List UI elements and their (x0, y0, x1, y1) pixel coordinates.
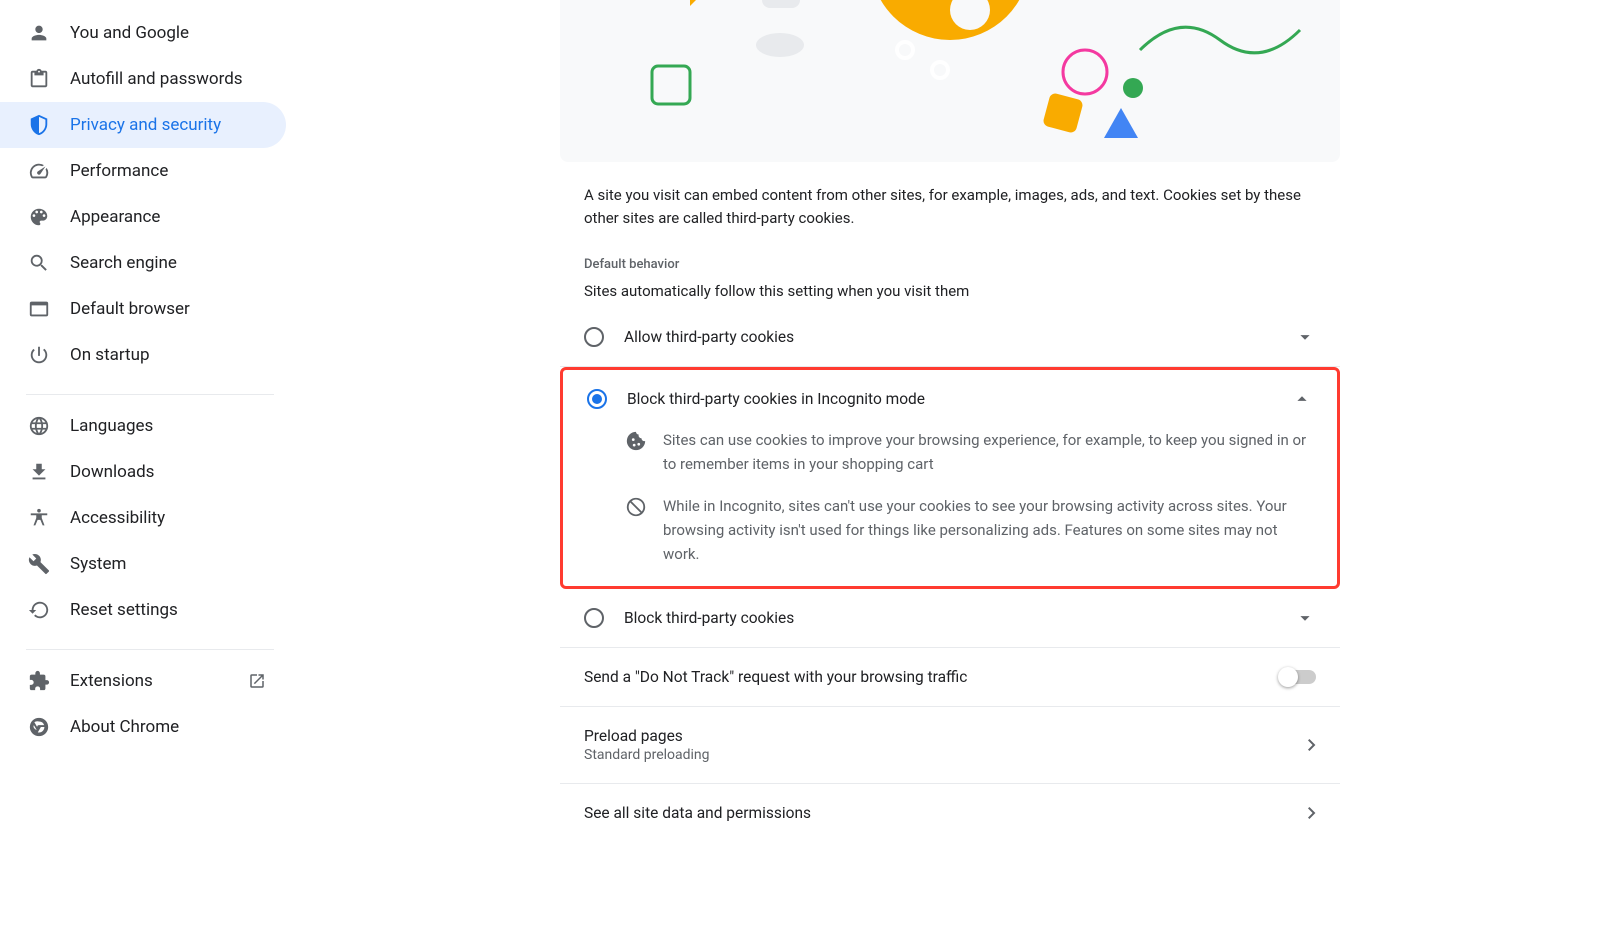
arrow-right-icon (1308, 807, 1316, 819)
sidebar-item-about[interactable]: About Chrome (0, 704, 286, 750)
sidebar-item-autofill[interactable]: Autofill and passwords (0, 56, 286, 102)
sidebar-item-system[interactable]: System (0, 541, 286, 587)
hero-illustration (560, 0, 1340, 162)
setting-sub: Standard preloading (584, 747, 1308, 763)
sidebar-item-label: Accessibility (70, 508, 165, 528)
person-icon (28, 22, 50, 44)
sidebar-item-label: Languages (70, 416, 153, 436)
sidebar-item-default-browser[interactable]: Default browser (0, 286, 286, 332)
chevron-down-icon[interactable] (1294, 326, 1316, 348)
sidebar-item-label: Autofill and passwords (70, 69, 243, 89)
default-behavior-label: Default behavior (560, 237, 1340, 276)
sidebar-item-label: Search engine (70, 253, 177, 273)
chevron-down-icon[interactable] (1294, 607, 1316, 629)
option-label: Block third-party cookies (624, 609, 1294, 627)
sidebar-item-appearance[interactable]: Appearance (0, 194, 286, 240)
search-icon (28, 252, 50, 274)
sidebar-item-downloads[interactable]: Downloads (0, 449, 286, 495)
sidebar-item-label: Privacy and security (70, 115, 221, 135)
option-incognito-head[interactable]: Block third-party cookies in Incognito m… (563, 370, 1337, 428)
sidebar-item-you-google[interactable]: You and Google (0, 10, 286, 56)
divider (26, 649, 274, 650)
option-label: Block third-party cookies in Incognito m… (627, 390, 1291, 408)
sidebar-item-reset[interactable]: Reset settings (0, 587, 286, 633)
setting-site-data[interactable]: See all site data and permissions (560, 784, 1340, 842)
clipboard-icon (28, 68, 50, 90)
sidebar-item-privacy[interactable]: Privacy and security (0, 102, 286, 148)
option-incognito: Block third-party cookies in Incognito m… (560, 367, 1340, 589)
setting-dnt[interactable]: Send a "Do Not Track" request with your … (560, 648, 1340, 707)
detail-text: While in Incognito, sites can't use your… (663, 494, 1313, 566)
radio-icon[interactable] (584, 327, 604, 347)
option-allow-head[interactable]: Allow third-party cookies (560, 308, 1340, 366)
download-icon (28, 461, 50, 483)
shield-icon (28, 114, 50, 136)
sidebar-item-startup[interactable]: On startup (0, 332, 286, 378)
cookie-icon (625, 430, 647, 452)
chevron-up-icon[interactable] (1291, 388, 1313, 410)
globe-icon (28, 415, 50, 437)
reset-icon (28, 599, 50, 621)
sidebar-item-label: Downloads (70, 462, 154, 482)
radio-icon[interactable] (587, 389, 607, 409)
browser-icon (28, 298, 50, 320)
option-block-head[interactable]: Block third-party cookies (560, 589, 1340, 647)
extension-icon (28, 670, 50, 692)
sidebar-item-label: You and Google (70, 23, 189, 43)
accessibility-icon (28, 507, 50, 529)
chrome-icon (28, 716, 50, 738)
detail-text: Sites can use cookies to improve your br… (663, 428, 1313, 476)
option-label: Allow third-party cookies (624, 328, 1294, 346)
sidebar-item-accessibility[interactable]: Accessibility (0, 495, 286, 541)
sidebar-item-label: System (70, 554, 126, 574)
settings-sidebar: You and Google Autofill and passwords Pr… (0, 0, 300, 934)
palette-icon (28, 206, 50, 228)
intro-text: A site you visit can embed content from … (560, 162, 1340, 237)
sidebar-item-languages[interactable]: Languages (0, 403, 286, 449)
sidebar-item-search-engine[interactable]: Search engine (0, 240, 286, 286)
divider (26, 394, 274, 395)
sidebar-item-performance[interactable]: Performance (0, 148, 286, 194)
default-behavior-sub: Sites automatically follow this setting … (560, 276, 1340, 308)
setting-title: See all site data and permissions (584, 804, 1308, 822)
speedometer-icon (28, 160, 50, 182)
option-block: Block third-party cookies (560, 589, 1340, 648)
sidebar-item-label: Appearance (70, 207, 160, 227)
setting-preload[interactable]: Preload pages Standard preloading (560, 707, 1340, 784)
wrench-icon (28, 553, 50, 575)
setting-title: Send a "Do Not Track" request with your … (584, 668, 1280, 686)
sidebar-item-label: Default browser (70, 299, 190, 319)
main-content: A site you visit can embed content from … (560, 0, 1340, 934)
toggle-switch[interactable] (1280, 670, 1316, 684)
setting-title: Preload pages (584, 727, 1308, 745)
sidebar-item-label: Reset settings (70, 600, 178, 620)
arrow-right-icon (1308, 739, 1316, 751)
sidebar-item-label: On startup (70, 345, 150, 365)
sidebar-item-extensions[interactable]: Extensions (0, 658, 286, 704)
option-allow: Allow third-party cookies (560, 308, 1340, 367)
external-link-icon (248, 672, 266, 690)
sidebar-item-label: About Chrome (70, 717, 179, 737)
power-icon (28, 344, 50, 366)
sidebar-item-label: Performance (70, 161, 168, 181)
sidebar-item-label: Extensions (70, 671, 153, 691)
radio-icon[interactable] (584, 608, 604, 628)
block-icon (625, 496, 647, 518)
